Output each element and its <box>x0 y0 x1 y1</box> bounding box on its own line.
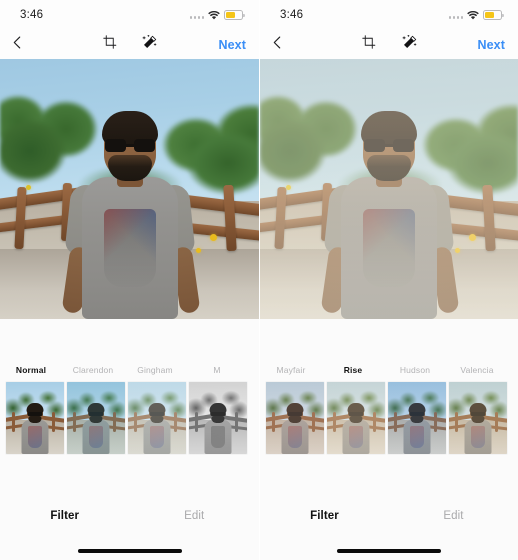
filter-thumbnail-hudson[interactable] <box>388 382 446 454</box>
signal-dots-icon <box>448 12 463 19</box>
back-button[interactable] <box>13 36 39 54</box>
status-time: 3:46 <box>20 9 44 21</box>
status-bar: 3:46 <box>0 0 259 30</box>
back-button[interactable] <box>273 36 299 54</box>
home-indicator[interactable] <box>0 542 259 560</box>
filter-label-row: Normal Clarendon Gingham M <box>0 363 259 377</box>
next-button[interactable]: Next <box>478 38 506 52</box>
crop-icon <box>102 35 117 54</box>
photo-filter-bloom <box>260 59 518 319</box>
magic-wand-button[interactable] <box>140 34 160 55</box>
filter-thumbnail-rise[interactable] <box>327 382 385 454</box>
filter-label-gingham[interactable]: Gingham <box>124 365 186 375</box>
crop-button[interactable] <box>359 35 379 55</box>
phone-screen-right: 3:46 Next Mayfair Rise Hudson Valencia F… <box>259 0 518 560</box>
filter-thumbnail-moon[interactable] <box>189 382 247 454</box>
status-bar: 3:46 <box>260 0 518 30</box>
bottom-tab-bar: Filter Edit <box>260 490 518 542</box>
filter-thumbnail-valencia[interactable] <box>449 382 507 454</box>
filter-label-moon[interactable]: M <box>186 365 248 375</box>
signal-dots-icon <box>189 12 204 19</box>
main-photo-preview[interactable] <box>0 59 259 319</box>
filter-thumbnail-mayfair[interactable] <box>266 382 324 454</box>
chevron-left-icon <box>273 36 281 54</box>
filter-thumbnail-row <box>260 382 518 454</box>
dual-screenshot-comparison: 3:46 Next Normal Clarendon Gingham M Fil… <box>0 0 518 560</box>
phone-screen-left: 3:46 Next Normal Clarendon Gingham M Fil… <box>0 0 259 560</box>
filter-label-row: Mayfair Rise Hudson Valencia <box>260 363 518 377</box>
home-indicator[interactable] <box>260 542 518 560</box>
bottom-tab-bar: Filter Edit <box>0 490 259 542</box>
magic-wand-button[interactable] <box>399 34 419 55</box>
filter-label-rise[interactable]: Rise <box>322 365 384 375</box>
main-photo-preview[interactable] <box>260 59 518 319</box>
battery-icon <box>224 10 245 20</box>
status-indicators <box>448 10 504 20</box>
next-button[interactable]: Next <box>219 38 247 52</box>
wifi-icon <box>208 10 220 20</box>
filter-label-clarendon[interactable]: Clarendon <box>62 365 124 375</box>
filter-thumbnail-normal[interactable] <box>6 382 64 454</box>
photo-tshirt-print <box>103 209 156 287</box>
crop-button[interactable] <box>100 35 120 55</box>
battery-icon <box>483 10 504 20</box>
tab-filter[interactable]: Filter <box>260 510 389 522</box>
magic-wand-icon <box>402 34 417 55</box>
photo-person <box>0 59 259 319</box>
filter-thumbnail-gingham[interactable] <box>128 382 186 454</box>
tab-filter[interactable]: Filter <box>0 510 130 522</box>
crop-icon <box>362 35 376 54</box>
status-indicators <box>189 10 245 20</box>
filter-carousel: Mayfair Rise Hudson Valencia <box>260 319 518 490</box>
photo-sunglasses <box>104 139 155 152</box>
tab-edit[interactable]: Edit <box>389 510 518 522</box>
navigation-bar: Next <box>260 30 518 59</box>
filter-carousel: Normal Clarendon Gingham M <box>0 319 259 490</box>
navigation-bar: Next <box>0 30 259 59</box>
filter-label-mayfair[interactable]: Mayfair <box>260 365 322 375</box>
filter-label-hudson[interactable]: Hudson <box>384 365 446 375</box>
chevron-left-icon <box>13 36 21 54</box>
filter-label-normal[interactable]: Normal <box>0 365 62 375</box>
wifi-icon <box>467 10 479 20</box>
filter-thumbnail-row <box>0 382 259 454</box>
filter-label-valencia[interactable]: Valencia <box>446 365 508 375</box>
status-time: 3:46 <box>280 9 304 21</box>
magic-wand-icon <box>142 34 157 55</box>
tab-edit[interactable]: Edit <box>130 510 260 522</box>
filter-thumbnail-clarendon[interactable] <box>67 382 125 454</box>
